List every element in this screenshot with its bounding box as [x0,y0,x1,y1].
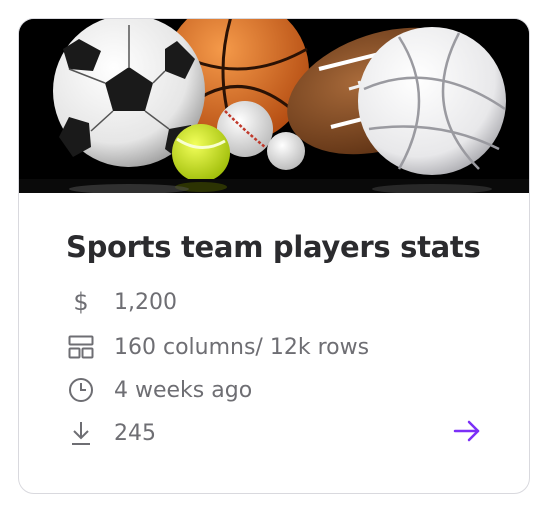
dataset-title[interactable]: Sports team players stats [66,230,481,264]
price-row: $ 1,200 [66,287,177,317]
svg-text:$: $ [73,288,88,316]
tennis-ball-graphic [172,124,230,182]
layout-grid-icon [66,332,96,362]
size-row: 160 columns/ 12k rows [66,332,369,362]
dollar-icon: $ [66,287,96,317]
arrow-right-icon [453,420,481,446]
dataset-cover-image [19,19,529,193]
downloads-row: 245 [66,418,156,448]
ping-pong-ball-graphic [267,132,305,170]
size-value: 160 columns/ 12k rows [114,334,370,360]
open-dataset-button[interactable] [451,417,483,449]
download-icon [66,418,96,448]
clock-icon [66,375,96,405]
updated-row: 4 weeks ago [66,375,252,405]
volleyball-graphic [358,27,506,175]
downloads-value: 245 [114,420,156,446]
price-value: 1,200 [114,289,177,315]
dataset-card[interactable]: Sports team players stats $ 1,200 160 co… [18,18,530,494]
updated-value: 4 weeks ago [114,377,253,403]
